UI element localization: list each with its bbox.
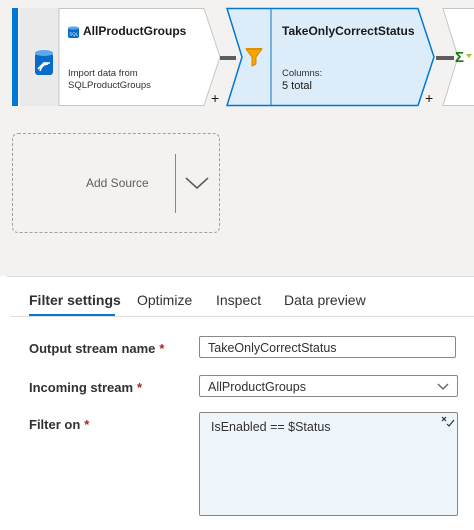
tab-optimize[interactable]: Optimize [137,292,192,308]
output-stream-label-text: Output stream name [29,341,156,356]
source-node-accent [12,8,18,106]
filter-node-columns-value: 5 total [282,80,312,92]
filter-on-label: Filter on * [29,417,89,432]
incoming-stream-value: AllProductGroups [208,380,306,394]
source-node-description: Import data from SQLProductGroups [68,68,198,92]
chevron-down-icon[interactable] [437,379,449,393]
required-marker: * [84,417,90,432]
svg-text:Σ: Σ [455,49,464,65]
output-stream-label: Output stream name * [29,341,164,356]
tab-filter-settings[interactable]: Filter settings [29,292,121,308]
sql-source-icon: SQL [68,26,79,38]
source-node-title: AllProductGroups [83,24,187,38]
active-tab-indicator [29,314,115,316]
required-marker: * [159,341,165,356]
required-marker: * [137,380,143,395]
incoming-stream-select[interactable]: AllProductGroups [199,375,458,397]
tab-inspect[interactable]: Inspect [216,292,261,308]
source-node-description-line1: Import data from [68,68,138,79]
filter-node-add-button[interactable]: + [425,90,433,106]
tabs-divider [10,316,474,317]
filter-expression-text[interactable]: IsEnabled == $Status [211,420,331,434]
funnel-icon [245,48,263,67]
aggregate-icon: Σ [455,49,472,65]
svg-text:SQL: SQL [69,32,79,37]
incoming-stream-label: Incoming stream * [29,380,142,395]
dataflow-canvas[interactable]: SQL AllProductGroups Import data from SQ… [0,0,474,276]
tab-data-preview[interactable]: Data preview [284,292,366,308]
source-node-description-line2: SQLProductGroups [68,80,151,91]
filter-node-columns-label: Columns: [282,68,323,79]
add-source-divider [175,154,176,213]
incoming-stream-label-text: Incoming stream [29,380,134,395]
add-source-label: Add Source [86,176,149,190]
filter-node-title: TakeOnlyCorrectStatus [282,24,415,38]
filter-on-label-text: Filter on [29,417,81,432]
output-stream-input[interactable]: TakeOnlyCorrectStatus [199,336,456,358]
expression-builder-icon[interactable] [441,416,455,428]
source-node-add-button[interactable]: + [211,90,219,106]
chevron-down-icon[interactable] [184,175,210,191]
